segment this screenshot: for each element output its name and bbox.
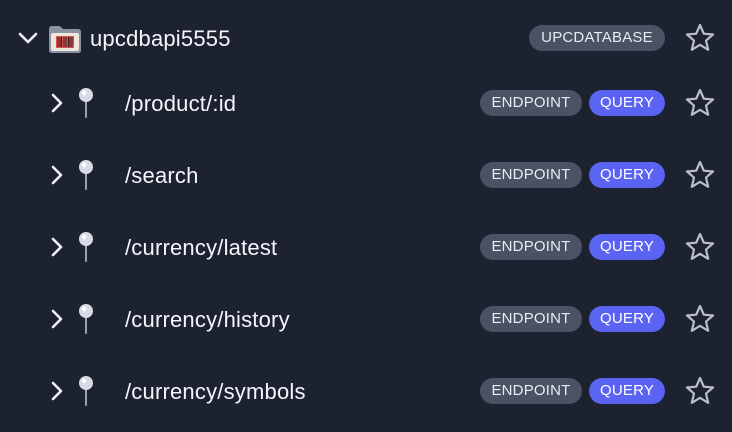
star-icon[interactable] [684,22,716,54]
endpoint-path[interactable]: /currency/latest [125,235,277,261]
star-icon[interactable] [684,375,716,407]
endpoint-badge: ENDPOINT [480,378,582,404]
chevron-right-icon[interactable] [42,89,70,117]
endpoint-badge: ENDPOINT [480,306,582,332]
star-icon[interactable] [684,231,716,263]
endpoint-row[interactable]: /product/:id ENDPOINT QUERY [0,67,732,139]
pushpin-icon [77,230,95,264]
upcdatabase-badge: UPCDATABASE [529,25,665,51]
pushpin-icon [77,86,95,120]
pushpin-icon [77,374,95,408]
star-icon[interactable] [684,87,716,119]
endpoint-row[interactable]: /currency/latest ENDPOINT QUERY [0,211,732,283]
endpoint-badge: ENDPOINT [480,90,582,116]
query-badge: QUERY [589,162,665,188]
endpoint-path[interactable]: /product/:id [125,91,236,117]
folder-icon [48,24,82,54]
query-badge: QUERY [589,378,665,404]
endpoint-path[interactable]: /currency/history [125,307,290,333]
query-badge: QUERY [589,234,665,260]
chevron-right-icon[interactable] [42,377,70,405]
chevron-right-icon[interactable] [42,161,70,189]
endpoint-badge: ENDPOINT [480,234,582,260]
endpoint-badge: ENDPOINT [480,162,582,188]
chevron-right-icon[interactable] [42,305,70,333]
pushpin-icon [77,302,95,336]
tree-root-label[interactable]: upcdbapi5555 [90,26,231,52]
star-icon[interactable] [684,159,716,191]
pushpin-icon [77,158,95,192]
endpoint-row[interactable]: /currency/history ENDPOINT QUERY [0,283,732,355]
endpoint-row[interactable]: /currency/symbols ENDPOINT QUERY [0,355,732,427]
endpoint-path[interactable]: /currency/symbols [125,379,306,405]
endpoint-path[interactable]: /search [125,163,199,189]
tree-root-row[interactable]: upcdbapi5555 UPCDATABASE [0,2,732,74]
api-tree: upcdbapi5555 UPCDATABASE /product/:id EN… [0,0,732,432]
chevron-right-icon[interactable] [42,233,70,261]
endpoint-row[interactable]: /search ENDPOINT QUERY [0,139,732,211]
query-badge: QUERY [589,90,665,116]
query-badge: QUERY [589,306,665,332]
chevron-down-icon[interactable] [14,24,42,52]
star-icon[interactable] [684,303,716,335]
